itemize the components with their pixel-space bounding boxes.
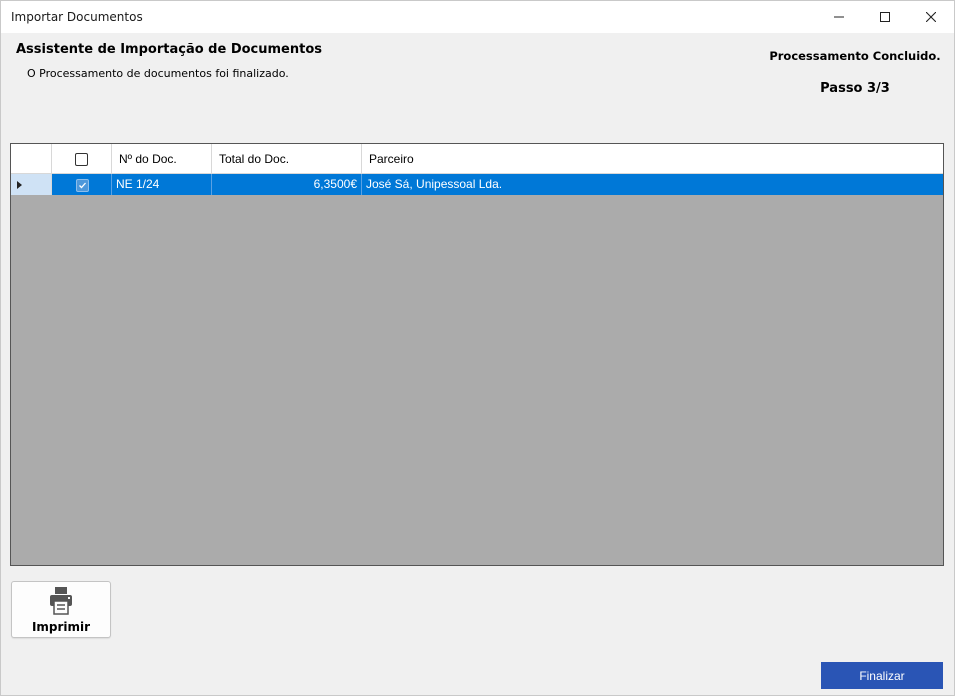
status-text: Processamento Concluido. [769, 49, 941, 63]
documents-grid[interactable]: Nº do Doc. Total do Doc. Parceiro NE 1/2… [10, 143, 944, 566]
table-row[interactable]: NE 1/24 6,3500€ José Sá, Unipessoal Lda. [11, 174, 943, 195]
print-button[interactable]: Imprimir [11, 581, 111, 638]
check-icon [79, 182, 86, 189]
row-header-column [11, 144, 52, 174]
maximize-icon [880, 12, 890, 22]
maximize-button[interactable] [862, 1, 908, 33]
row-checkbox-cell[interactable] [52, 174, 112, 195]
wizard-title: Assistente de Importação de Documentos [16, 42, 323, 57]
minimize-icon [834, 16, 844, 18]
column-header-partner[interactable]: Parceiro [362, 144, 943, 174]
row-selector[interactable] [11, 174, 52, 195]
partner-cell[interactable]: José Sá, Unipessoal Lda. [362, 174, 943, 195]
close-button[interactable] [908, 1, 954, 33]
finish-button[interactable]: Finalizar [821, 662, 943, 689]
import-window: Importar Documentos Assistente de Import… [0, 0, 955, 696]
wizard-subtitle: O Processamento de documentos foi finali… [27, 67, 289, 80]
close-icon [926, 12, 936, 22]
row-checkbox[interactable] [76, 179, 89, 192]
window-title: Importar Documentos [11, 10, 143, 24]
total-cell[interactable]: 6,3500€ [212, 174, 362, 195]
printer-icon [50, 587, 72, 615]
grid-header: Nº do Doc. Total do Doc. Parceiro [11, 144, 943, 174]
current-row-arrow-icon [17, 181, 22, 189]
select-all-checkbox[interactable] [75, 153, 88, 166]
title-bar: Importar Documentos [1, 1, 954, 33]
doc-number-cell[interactable]: NE 1/24 [112, 174, 212, 195]
print-button-label: Imprimir [31, 620, 91, 634]
select-all-column [52, 144, 112, 174]
minimize-button[interactable] [816, 1, 862, 33]
column-header-total[interactable]: Total do Doc. [212, 144, 362, 174]
column-header-doc-number[interactable]: Nº do Doc. [112, 144, 212, 174]
step-indicator: Passo 3/3 [820, 81, 890, 96]
